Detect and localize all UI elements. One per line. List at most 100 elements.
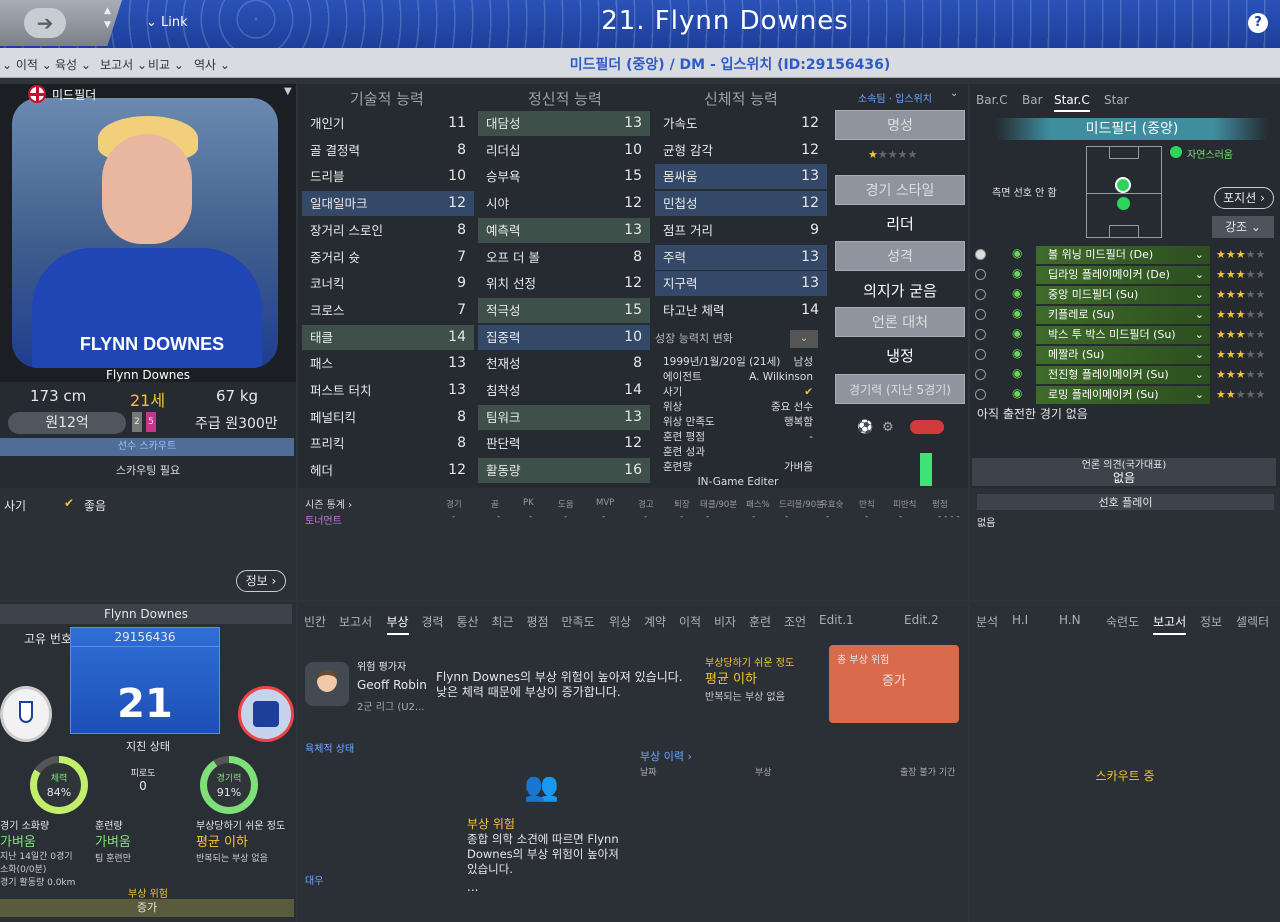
info-button[interactable]: 정보 › <box>236 570 286 592</box>
style-button[interactable]: 경기 스타일 <box>835 175 965 205</box>
role-radio[interactable] <box>975 289 986 300</box>
menu-compare[interactable]: 비교 ⌄ <box>148 56 184 73</box>
forward-arrow-icon[interactable]: ➔ <box>24 8 66 38</box>
right-tab-2[interactable]: H.N <box>1059 613 1081 627</box>
link-dropdown[interactable]: ⌄ Link <box>146 15 188 30</box>
attribute-name: 패스 <box>310 356 334 372</box>
form-button[interactable]: 경기력 (지난 5경기) <box>835 374 965 404</box>
train-result-label: 훈련 성과 <box>663 446 705 458</box>
tab-7[interactable]: 만족도 <box>562 613 595 630</box>
attribute-name: 가속도 <box>663 116 698 131</box>
role-radio[interactable] <box>975 349 986 360</box>
tab-11[interactable]: 비자 <box>714 613 736 630</box>
tab-15[interactable]: Edit.2 <box>904 613 939 627</box>
role-dropdown[interactable]: 키플레로 (Su) ⌄ <box>1036 306 1210 324</box>
attribute-name: 몸싸움 <box>663 169 698 185</box>
attribute-row: 균형 감각 12 <box>655 138 827 163</box>
tab-bar[interactable]: Bar <box>1022 93 1043 107</box>
card-injury-value: 증가 <box>0 899 294 917</box>
role-dropdown[interactable]: 전진형 플레이메이커 (Su) ⌄ <box>1036 366 1210 384</box>
menu-transfer[interactable]: ⌄ 이적 ⌄ <box>2 56 52 73</box>
num-a: 2 <box>132 412 142 432</box>
role-dropdown[interactable]: 중앙 미드필더 (Su) ⌄ <box>1036 286 1210 304</box>
chevron-down-icon[interactable]: ▼ <box>284 86 292 97</box>
tab-1[interactable]: 보고서 <box>339 613 372 630</box>
stat-value: - <box>529 512 533 522</box>
menu-history[interactable]: 역사 ⌄ <box>194 56 230 73</box>
menu-report[interactable]: 보고서 ⌄ <box>100 56 147 73</box>
pitch-halfway <box>1087 193 1161 194</box>
tab-0[interactable]: 빈칸 <box>304 613 326 630</box>
right-tab-0[interactable]: 분석 <box>976 613 998 630</box>
tab-5[interactable]: 최근 <box>492 613 514 630</box>
attribute-name: 코너킥 <box>310 276 345 292</box>
tournament-label: 토너먼트 <box>305 516 342 527</box>
tab-6[interactable]: 평점 <box>527 613 549 630</box>
role-dropdown[interactable]: 메짤라 (Su) ⌄ <box>1036 346 1210 364</box>
club-dropdown-icon[interactable]: ⌄ <box>950 88 958 99</box>
role-dropdown[interactable]: 볼 위닝 미드필더 (De) ⌄ <box>1036 246 1210 264</box>
tab-star[interactable]: Star <box>1104 93 1129 107</box>
tab-bar-c[interactable]: Bar.C <box>976 93 1008 107</box>
match-value: 91% <box>216 786 242 799</box>
stat-col-header: 유효슛 <box>820 500 844 510</box>
right-tab-1[interactable]: H.I <box>1012 613 1028 627</box>
season-stats-button[interactable]: 시즌 통계 › <box>305 496 352 511</box>
media-button[interactable]: 언론 대처 <box>835 307 965 337</box>
attribute-row: 위치 선정 12 <box>478 271 650 296</box>
tab-10[interactable]: 이적 <box>679 613 701 630</box>
right-tab-4[interactable]: 보고서 <box>1153 613 1187 635</box>
right-tab-3[interactable]: 숙련도 <box>1106 613 1139 630</box>
style-value: 리더 <box>886 215 914 233</box>
chevron-down-icon: ⌄ <box>1194 268 1204 281</box>
role-radio[interactable] <box>975 309 986 320</box>
attribute-name: 퍼스트 터치 <box>310 383 372 398</box>
stat-value: - <box>564 512 568 522</box>
emphasis-dropdown[interactable]: 강조 ⌄ <box>1212 216 1274 238</box>
role-radio[interactable] <box>975 269 986 280</box>
reputation-button[interactable]: 명성 <box>835 110 965 140</box>
role-radio[interactable] <box>975 249 986 260</box>
history-button[interactable]: 부상 이력 › <box>640 748 692 764</box>
tab-9[interactable]: 계약 <box>644 613 666 630</box>
role-radio[interactable] <box>975 329 986 340</box>
attribute-value: 12 <box>624 275 642 292</box>
attribute-value: 12 <box>448 195 466 212</box>
form-bar <box>920 453 932 486</box>
menu-label: 보고서 <box>100 58 134 72</box>
tab-13[interactable]: 조언 <box>784 613 806 630</box>
tab-2[interactable]: 부상 <box>386 613 409 635</box>
pitch-box-bottom <box>1109 225 1139 238</box>
role-dropdown[interactable]: 딥라잉 플레이메이커 (De) ⌄ <box>1036 266 1210 284</box>
attribute-value: 13 <box>624 408 642 425</box>
scout-player-button[interactable]: 선수 스카우트 <box>0 438 294 456</box>
role-name: 박스 투 박스 미드필더 (Su) <box>1048 328 1176 341</box>
tab-3[interactable]: 경력 <box>422 613 444 630</box>
role-radio[interactable] <box>975 369 986 380</box>
tab-12[interactable]: 훈련 <box>749 613 771 630</box>
growth-dropdown-icon[interactable]: ⌄ <box>790 330 818 348</box>
secondary-position-dot <box>1117 197 1130 210</box>
right-tab-5[interactable]: 정보 <box>1200 613 1222 630</box>
tab-star-c[interactable]: Star.C <box>1054 93 1090 112</box>
tab-4[interactable]: 통산 <box>457 613 479 630</box>
total-risk-label: 총 부상 위험 <box>837 655 890 666</box>
personality-button[interactable]: 성격 <box>835 241 965 271</box>
position-button[interactable]: 포지션 › <box>1214 187 1274 209</box>
attribute-name: 개인기 <box>310 116 345 131</box>
attribute-value: 12 <box>448 462 466 479</box>
attribute-name: 적극성 <box>486 302 521 318</box>
tab-14[interactable]: Edit.1 <box>819 613 854 627</box>
role-radio[interactable] <box>975 389 986 400</box>
attribute-value: 8 <box>457 141 466 158</box>
history-updown-icon[interactable]: ▲ ▼ <box>104 4 116 32</box>
role-dropdown[interactable]: 로밍 플레이메이커 (Su) ⌄ <box>1036 386 1210 404</box>
menu-development[interactable]: 육성 ⌄ <box>55 56 91 73</box>
stat-col-header: 피반칙 <box>893 500 917 510</box>
attribute-value: 12 <box>624 195 642 212</box>
help-icon[interactable]: ? <box>1248 13 1268 33</box>
role-name: 전진형 플레이메이커 (Su) <box>1048 368 1169 381</box>
role-dropdown[interactable]: 박스 투 박스 미드필더 (Su) ⌄ <box>1036 326 1210 344</box>
tab-8[interactable]: 위상 <box>609 613 631 630</box>
right-tab-6[interactable]: 셀렉터 <box>1236 613 1269 630</box>
